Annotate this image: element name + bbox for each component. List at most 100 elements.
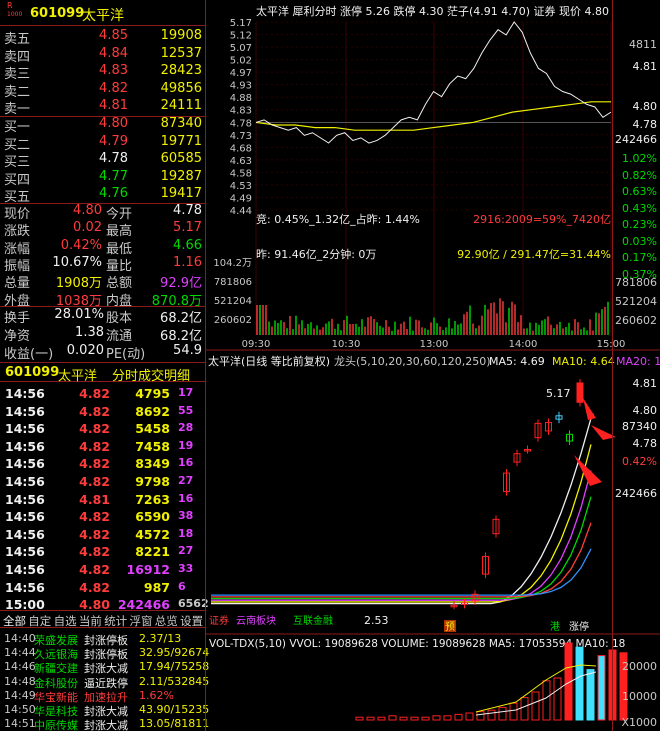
y-tick-label: 4.83 (230, 106, 252, 117)
tick-row[interactable]: 14:56 4.82 7458 19 (0, 439, 205, 457)
quote-value: 4.66 (173, 237, 202, 253)
tick-price: 4.82 (79, 403, 110, 419)
volume-tick: 10000 (622, 690, 657, 703)
daily-title: 太平洋(日线 等比前复权) (208, 354, 330, 368)
daily-right-tick: 4.81 (632, 377, 658, 390)
alert-row[interactable]: 14:48 金科股份 逼近跌停 2.11/532845 (4, 675, 209, 690)
tick-row[interactable]: 14:56 4.82 4795 17 (0, 386, 205, 404)
arrow-icon (583, 398, 596, 420)
buy-level[interactable]: 买二 4.79 19771 (0, 134, 205, 153)
sell-level[interactable]: 卖二 4.82 49856 (0, 81, 205, 100)
volume-bar (377, 716, 386, 721)
tick-price: 4.81 (79, 491, 110, 507)
volume-bar (542, 680, 551, 721)
tick-volume: 4795 (135, 386, 170, 401)
stock-code[interactable]: 601099 (30, 6, 84, 21)
tab-1[interactable]: 自定 (28, 613, 51, 629)
sell-level[interactable]: 卖四 4.84 12537 (0, 46, 205, 65)
tab-5[interactable]: 浮窗 (130, 613, 153, 629)
pct-tick: 0.43% (622, 201, 657, 215)
ma-label: 龙头(5,10,20,30,60,120,250) (334, 355, 491, 368)
tab-0[interactable]: 全部 (3, 613, 26, 629)
alert-row[interactable]: 14:40 荣盛发展 封涨停板 2.37/13 (4, 632, 204, 647)
level-label: 买四 (4, 172, 31, 188)
tick-row[interactable]: 14:56 4.82 8692 55 (0, 404, 205, 422)
pct-tick: 0.23% (622, 218, 657, 231)
x-tick-label: 09:30 (242, 339, 271, 350)
tick-row[interactable]: 14:56 4.82 987 6 (0, 580, 205, 598)
buy-level[interactable]: 买三 4.78 60585 (0, 151, 205, 170)
level-label: 买一 (4, 120, 31, 135)
tick-time: 14:56 (5, 579, 45, 595)
level-volume: 87340 (160, 116, 202, 131)
tick-count: 19 (178, 438, 194, 452)
alert-row[interactable]: 14:49 华宝新能 加速拉升 1.62% (4, 689, 204, 704)
sell-level[interactable]: 卖五 4.85 19908 (0, 28, 205, 47)
tab-3[interactable]: 当前 (79, 613, 102, 629)
y-tick-label: 5.12 (230, 31, 252, 42)
tick-volume: 987 (143, 579, 170, 595)
sell-level[interactable]: 卖一 4.81 24111 (0, 98, 205, 117)
volume-chart: VOL-TDX(5,10) VVOL: 19089628 VOLUME: 190… (209, 638, 628, 721)
tick-row[interactable]: 14:56 4.81 7263 16 (0, 492, 205, 510)
tick-volume: 8221 (135, 544, 170, 560)
quote-row: 振幅 10.67% 量比 1.16 (0, 255, 205, 274)
tick-price: 4.82 (79, 509, 110, 525)
quote-value: 4.80 (73, 203, 102, 218)
y-tick-label: 4.44 (230, 206, 252, 217)
level-label: 卖二 (4, 84, 31, 100)
tick-code: 601099 (5, 365, 60, 380)
buy-level[interactable]: 买四 4.77 19287 (0, 168, 205, 188)
alert-row[interactable]: 14:46 新疆交建 封涨大减 17.94/75258 (4, 660, 209, 675)
volume-bar (553, 677, 562, 721)
alert-row[interactable]: 14:51 中原传媒 封涨大减 13.05/81811 (4, 717, 209, 731)
tick-volume: 7263 (135, 491, 170, 507)
r-badge: R 1000 (7, 1, 23, 19)
tick-price: 4.82 (79, 474, 110, 489)
volume-bar (520, 697, 529, 721)
quote-label: 涨幅 (4, 241, 31, 257)
right-price-tick: 4.80 (632, 100, 658, 113)
tick-row[interactable]: 14:56 4.82 4572 18 (0, 527, 205, 545)
tab-2[interactable]: 自选 (54, 613, 77, 629)
y-tick-label: 4.97 (230, 68, 252, 79)
volume-bar (432, 715, 441, 721)
level-price: 4.85 (99, 28, 128, 43)
alert-time: 14:46 (4, 660, 36, 674)
level-label: 买三 (4, 155, 31, 170)
sell-level[interactable]: 卖三 4.83 28423 (0, 63, 205, 82)
tab-6[interactable]: 总览 (155, 613, 178, 629)
tick-count: 16 (178, 491, 194, 505)
level-label: 卖三 (4, 67, 31, 82)
right-vol-tick: 781806 (615, 276, 657, 289)
tick-count: 38 (178, 509, 194, 523)
vol-tick-label: 781806 (214, 277, 252, 288)
quote-label: PE(动) (106, 347, 146, 362)
tick-count: 28 (178, 421, 194, 435)
stock-name[interactable]: 太平洋 (82, 5, 124, 25)
tick-row[interactable]: 14:56 4.82 6590 38 (0, 509, 205, 527)
tick-row[interactable]: 14:56 4.82 5458 28 (0, 421, 205, 439)
marker-label: 涨停 (569, 620, 589, 633)
volume-bar (586, 669, 595, 721)
alert-row[interactable]: 14:50 华是科技 封涨大减 43.90/15235 (4, 703, 209, 718)
chart-svg[interactable]: 太平洋 犀利分时 涨停 5.26 跌停 4.30 茫子(4.91 4.70) 证… (206, 0, 660, 731)
level-volume: 19287 (160, 168, 202, 184)
quote-label: 振幅 (4, 258, 31, 274)
alert-row[interactable]: 14:44 久远银海 封涨停板 32.95/92674 (4, 646, 209, 661)
level-volume: 28423 (160, 63, 202, 78)
tab-7[interactable]: 设置 (180, 613, 203, 629)
buy-level[interactable]: 买五 4.76 19417 (0, 186, 205, 205)
tick-row[interactable]: 14:56 4.82 9798 27 (0, 474, 205, 492)
volume-tick: X1000 (621, 716, 657, 729)
daily-right-tick: 4.80 (632, 404, 658, 417)
tick-count: 27 (178, 474, 194, 487)
tick-price: 4.82 (79, 544, 110, 560)
tab-4[interactable]: 统计 (104, 613, 127, 629)
candle (576, 382, 584, 403)
buy-level[interactable]: 买一 4.80 87340 (0, 116, 205, 135)
tick-row[interactable]: 14:56 4.82 16912 33 (0, 562, 205, 580)
tick-row[interactable]: 14:56 4.82 8221 27 (0, 544, 205, 562)
tick-row[interactable]: 14:56 4.82 8349 16 (0, 456, 205, 474)
right-price-tick: 4811 (629, 38, 657, 51)
